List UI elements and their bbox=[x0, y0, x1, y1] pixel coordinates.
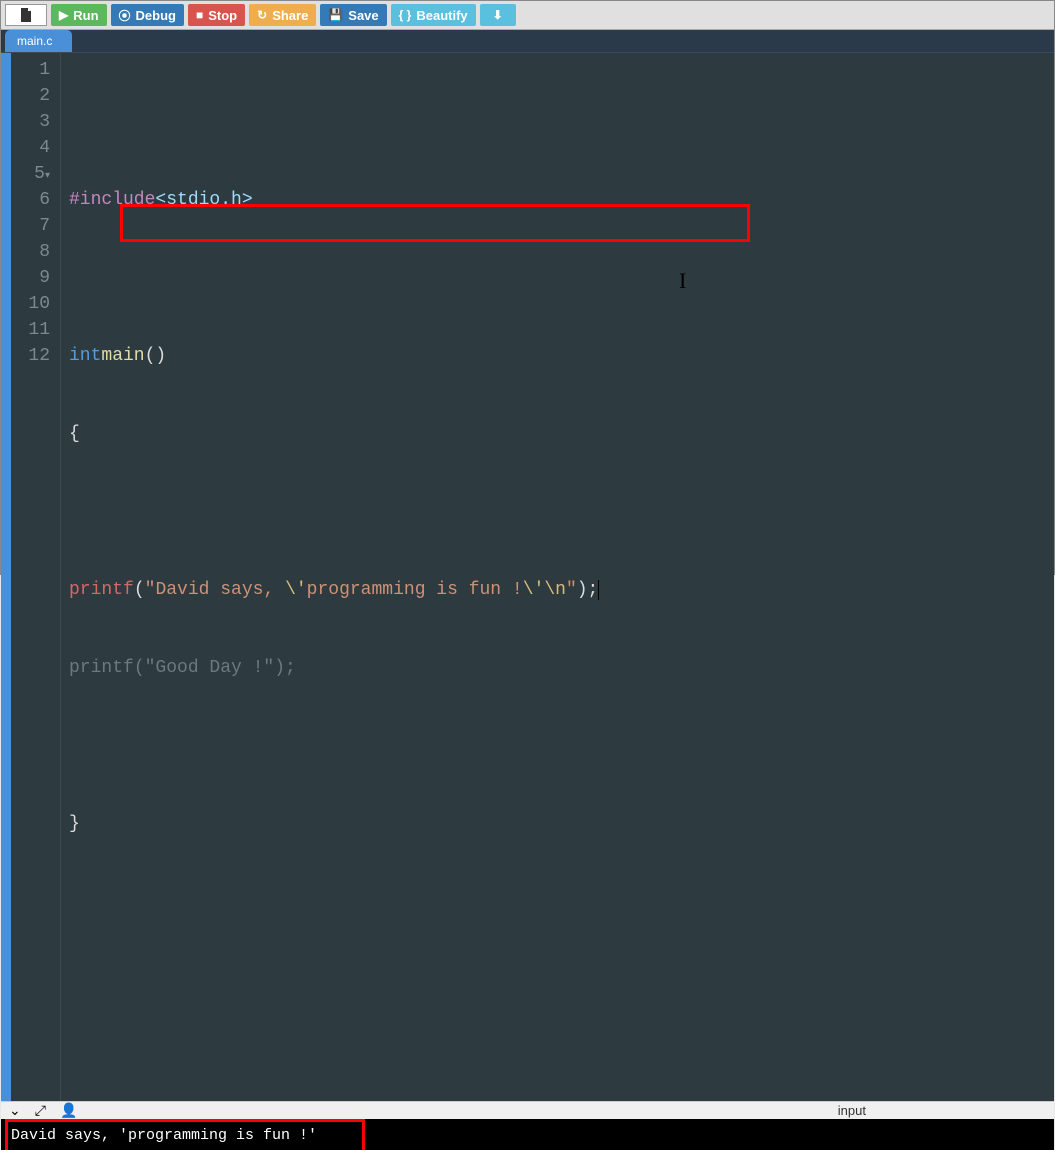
code-line bbox=[69, 967, 1046, 993]
download-icon: ⬇ bbox=[493, 8, 503, 22]
code-line bbox=[69, 499, 1046, 525]
code-line: int main() bbox=[69, 343, 1046, 369]
file-icon bbox=[20, 8, 32, 22]
tab-bar: main.c bbox=[1, 30, 1054, 53]
console-output[interactable]: David says, 'programming is fun !' Good … bbox=[1, 1119, 1054, 1150]
chevron-down-icon[interactable]: ⌄ bbox=[9, 1102, 21, 1119]
line-gutter: 1 2 3 4 5▾ 6 7 8 9 10 11 12 bbox=[11, 53, 61, 1101]
debug-label: Debug bbox=[136, 8, 176, 23]
debug-button[interactable]: ⦿ Debug bbox=[111, 4, 184, 26]
line-no: 3 bbox=[11, 109, 50, 135]
save-button[interactable]: 💾 Save bbox=[320, 4, 386, 26]
code-line: } bbox=[69, 811, 1046, 837]
annotation-highlight-console bbox=[5, 1119, 365, 1150]
stop-label: Stop bbox=[208, 8, 237, 23]
line-no: 4 bbox=[11, 135, 50, 161]
share-label: Share bbox=[272, 8, 308, 23]
code-editor[interactable]: 1 2 3 4 5▾ 6 7 8 9 10 11 12 #include <st… bbox=[1, 53, 1054, 1101]
share-button[interactable]: ↻ Share bbox=[249, 4, 316, 26]
line-no: 12 bbox=[11, 343, 50, 369]
run-button[interactable]: ▶ Run bbox=[51, 4, 107, 26]
left-margin bbox=[1, 53, 11, 1101]
new-file-button[interactable] bbox=[5, 4, 47, 26]
line-no: 11 bbox=[11, 317, 50, 343]
run-label: Run bbox=[73, 8, 98, 23]
beautify-label: Beautify bbox=[416, 8, 467, 23]
tab-main-c[interactable]: main.c bbox=[5, 30, 72, 52]
beautify-icon: { } bbox=[399, 8, 412, 22]
debug-icon: ⦿ bbox=[119, 7, 131, 24]
download-button[interactable]: ⬇ bbox=[480, 4, 516, 26]
person-icon[interactable]: 👤 bbox=[60, 1102, 77, 1119]
code-line: printf("Good Day !"); bbox=[69, 655, 1046, 681]
code-line bbox=[69, 733, 1046, 759]
line-no: 6 bbox=[11, 187, 50, 213]
save-label: Save bbox=[348, 8, 378, 23]
beautify-button[interactable]: { } Beautify bbox=[391, 4, 476, 26]
line-no: 9 bbox=[11, 265, 50, 291]
stop-button[interactable]: ■ Stop bbox=[188, 4, 245, 26]
code-line bbox=[69, 889, 1046, 915]
line-no: 5▾ bbox=[11, 161, 50, 187]
toolbar: ▶ Run ⦿ Debug ■ Stop ↻ Share 💾 Save { } … bbox=[1, 1, 1054, 30]
line-no: 7 bbox=[11, 213, 50, 239]
code-line: printf("David says, \'programming is fun… bbox=[69, 577, 1046, 603]
stop-icon: ■ bbox=[196, 8, 203, 22]
share-icon: ↻ bbox=[257, 8, 267, 22]
line-no: 10 bbox=[11, 291, 50, 317]
save-icon: 💾 bbox=[328, 8, 343, 22]
play-icon: ▶ bbox=[59, 8, 68, 22]
console-header: ⌄ ⤢ 👤 input bbox=[1, 1101, 1054, 1119]
input-tab-label[interactable]: input bbox=[838, 1103, 1046, 1118]
line-no: 1 bbox=[11, 57, 50, 83]
expand-icon[interactable]: ⤢ bbox=[35, 1102, 46, 1119]
code-line bbox=[69, 109, 1046, 135]
line-no: 8 bbox=[11, 239, 50, 265]
code-line: { bbox=[69, 421, 1046, 447]
editor-cursor bbox=[598, 580, 599, 600]
line-no: 2 bbox=[11, 83, 50, 109]
code-area[interactable]: #include <stdio.h> int main() { printf("… bbox=[61, 53, 1054, 1101]
code-line: #include <stdio.h> bbox=[69, 187, 1046, 213]
text-cursor-icon: I bbox=[679, 268, 686, 294]
code-line bbox=[69, 265, 1046, 291]
